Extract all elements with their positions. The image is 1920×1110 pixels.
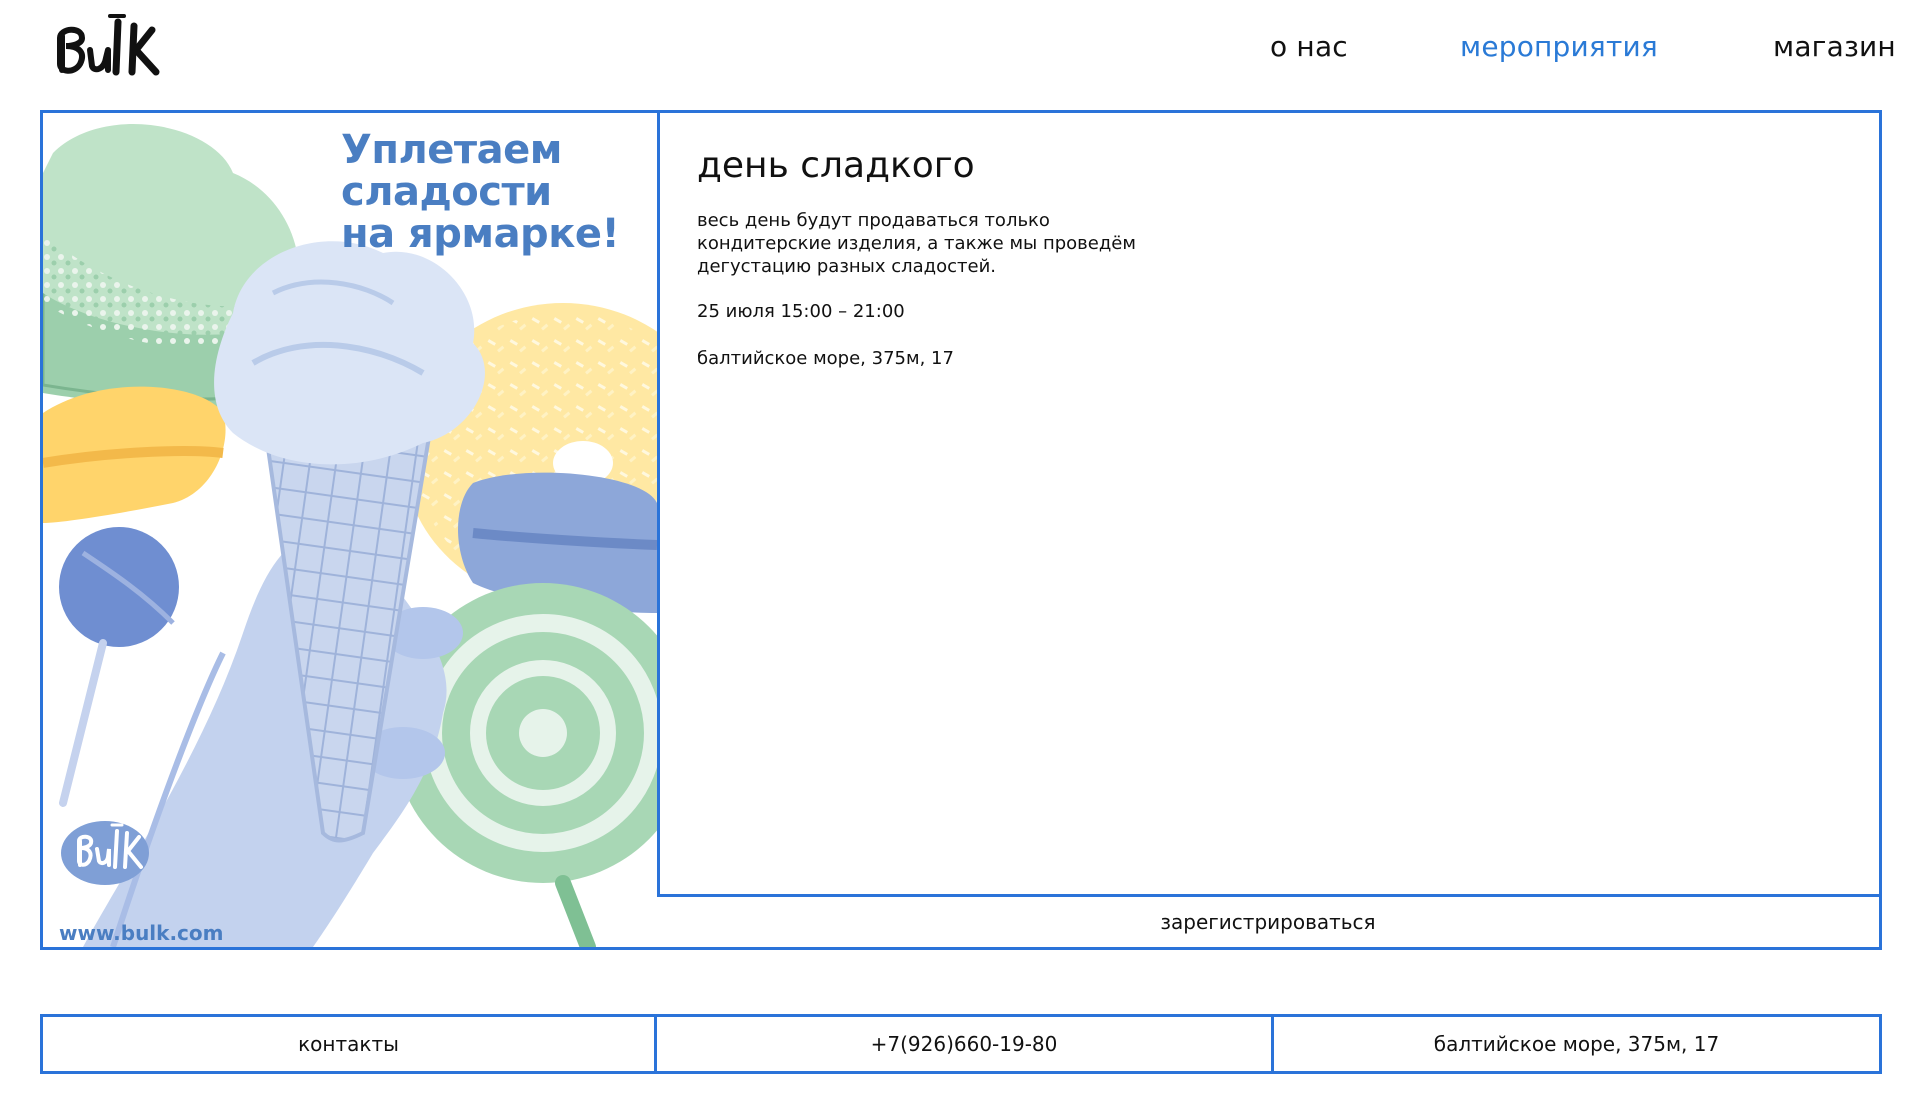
footer-contacts[interactable]: контакты: [43, 1017, 657, 1071]
poster-logo: [57, 811, 153, 889]
event-description: весь день будут продаваться только конди…: [697, 210, 1136, 277]
event-datetime: 25 июля 15:00 – 21:00: [697, 301, 905, 322]
footer-address: балтийское море, 375м, 17: [1433, 1032, 1720, 1056]
poster-headline-line: сладости: [341, 169, 552, 215]
event-title: день сладкого: [697, 145, 975, 186]
poster-url: www.bulk.com: [59, 921, 224, 945]
register-button[interactable]: зарегистрироваться: [657, 894, 1879, 947]
event-address: балтийское море, 375м, 17: [697, 348, 954, 369]
nav-events[interactable]: мероприятия: [1460, 30, 1658, 70]
event-details: день сладкого весь день будут продаватьс…: [660, 113, 1879, 894]
poster-headline: Уплетаем сладости на ярмарке!: [341, 129, 651, 255]
nav-about[interactable]: о нас: [1270, 30, 1348, 70]
footer-phone[interactable]: +7(926)660-19-80: [657, 1017, 1274, 1071]
poster-headline-line: на ярмарке!: [341, 211, 620, 257]
poster-headline-line: Уплетаем: [341, 127, 562, 173]
event-card: Уплетаем сладости на ярмарке! www.bulk.c…: [40, 110, 1882, 950]
bulk-logo[interactable]: [52, 8, 164, 88]
nav-shop[interactable]: магазин: [1773, 30, 1896, 70]
footer: контакты +7(926)660-19-80 балтийское мор…: [40, 1014, 1882, 1074]
page: о нас мероприятия магазин Уплетаем сладо…: [0, 0, 1920, 1110]
event-poster: Уплетаем сладости на ярмарке! www.bulk.c…: [43, 113, 660, 947]
